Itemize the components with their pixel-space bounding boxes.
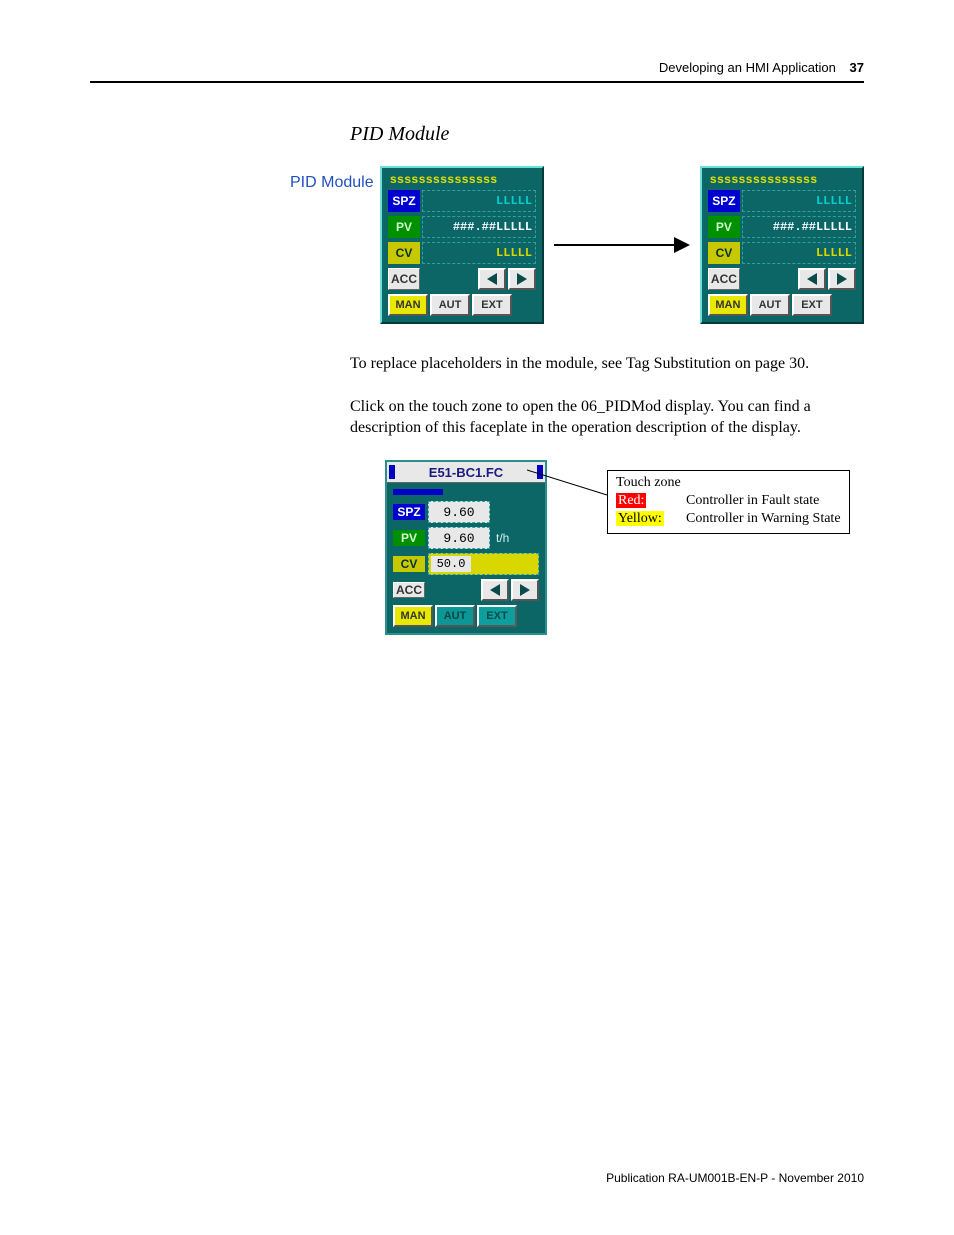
cv-bar[interactable]: 50.0 — [428, 553, 539, 575]
header-rule — [90, 81, 864, 83]
triangle-left-icon — [487, 273, 497, 285]
triangle-left-icon — [807, 273, 817, 285]
cv-label: CV — [708, 242, 740, 264]
publication-footer: Publication RA-UM001B-EN-P - November 20… — [606, 1171, 864, 1185]
header-title: Developing an HMI Application — [659, 60, 836, 75]
pid-module-figure: PID Module sssssssssssssss SPZ LLLLL PV … — [290, 166, 864, 324]
cv-value: 50.0 — [431, 556, 471, 572]
man-button[interactable]: MAN — [388, 294, 428, 316]
page-header: Developing an HMI Application 37 — [90, 60, 864, 81]
cv-label: CV — [393, 556, 425, 572]
increment-button[interactable] — [508, 268, 536, 290]
red-label: Red: — [616, 493, 646, 508]
touch-zone-callout: Touch zone Red: Controller in Fault stat… — [607, 470, 850, 534]
section-heading: PID Module — [350, 123, 864, 146]
faceplate-title: E51-BC1.FC — [387, 462, 545, 483]
aut-button[interactable]: AUT — [750, 294, 790, 316]
pv-label: PV — [708, 216, 740, 238]
arrow-icon — [554, 237, 690, 253]
cv-label: CV — [388, 242, 420, 264]
pv-label: PV — [393, 530, 425, 546]
yellow-label: Yellow: — [616, 511, 664, 526]
triangle-right-icon — [837, 273, 847, 285]
man-button[interactable]: MAN — [708, 294, 748, 316]
increment-button[interactable] — [828, 268, 856, 290]
spz-label: SPZ — [388, 190, 420, 212]
spz-label: SPZ — [393, 504, 425, 520]
yellow-text: Controller in Warning State — [686, 511, 841, 527]
pid-module-row-label: PID Module — [290, 174, 374, 192]
pv-label: PV — [388, 216, 420, 238]
page-number: 37 — [850, 60, 864, 75]
spz-value[interactable]: 9.60 — [428, 501, 490, 523]
pv-unit: t/h — [496, 531, 509, 545]
pid-faceplate-figure: E51-BC1.FC SPZ 9.60 PV 9.60 t/h CV 50.0 — [385, 460, 864, 635]
decrement-button[interactable] — [481, 579, 509, 601]
leader-line — [527, 460, 617, 510]
pv-value: ###.##LLLLL — [422, 216, 536, 238]
ext-button[interactable]: EXT — [477, 605, 517, 627]
pv-value: ###.##LLLLL — [742, 216, 856, 238]
pid-title: sssssssssssssss — [708, 172, 856, 190]
man-button[interactable]: MAN — [393, 605, 433, 627]
cv-value[interactable]: LLLLL — [742, 242, 856, 264]
paragraph-2: Click on the touch zone to open the 06_P… — [350, 397, 864, 439]
aut-button[interactable]: AUT — [430, 294, 470, 316]
callout-title: Touch zone — [616, 475, 841, 491]
pid-placeholder-left[interactable]: sssssssssssssss SPZ LLLLL PV ###.##LLLLL… — [380, 166, 544, 324]
red-text: Controller in Fault state — [686, 493, 841, 509]
spz-value[interactable]: LLLLL — [742, 190, 856, 212]
pid-placeholder-right[interactable]: sssssssssssssss SPZ LLLLL PV ###.##LLLLL… — [700, 166, 864, 324]
acc-button[interactable]: ACC — [708, 268, 740, 290]
spz-label: SPZ — [708, 190, 740, 212]
decrement-button[interactable] — [798, 268, 826, 290]
decrement-button[interactable] — [478, 268, 506, 290]
triangle-left-icon — [490, 584, 500, 596]
spz-value[interactable]: LLLLL — [422, 190, 536, 212]
trend-bar — [393, 489, 443, 495]
aut-button[interactable]: AUT — [435, 605, 475, 627]
pv-value: 9.60 — [428, 527, 490, 549]
acc-button[interactable]: ACC — [388, 268, 420, 290]
acc-button[interactable]: ACC — [393, 582, 425, 598]
increment-button[interactable] — [511, 579, 539, 601]
triangle-right-icon — [517, 273, 527, 285]
ext-button[interactable]: EXT — [472, 294, 512, 316]
paragraph-1: To replace placeholders in the module, s… — [350, 354, 864, 375]
triangle-right-icon — [520, 584, 530, 596]
cv-value[interactable]: LLLLL — [422, 242, 536, 264]
pid-faceplate[interactable]: E51-BC1.FC SPZ 9.60 PV 9.60 t/h CV 50.0 — [385, 460, 547, 635]
pid-title: sssssssssssssss — [388, 172, 536, 190]
ext-button[interactable]: EXT — [792, 294, 832, 316]
